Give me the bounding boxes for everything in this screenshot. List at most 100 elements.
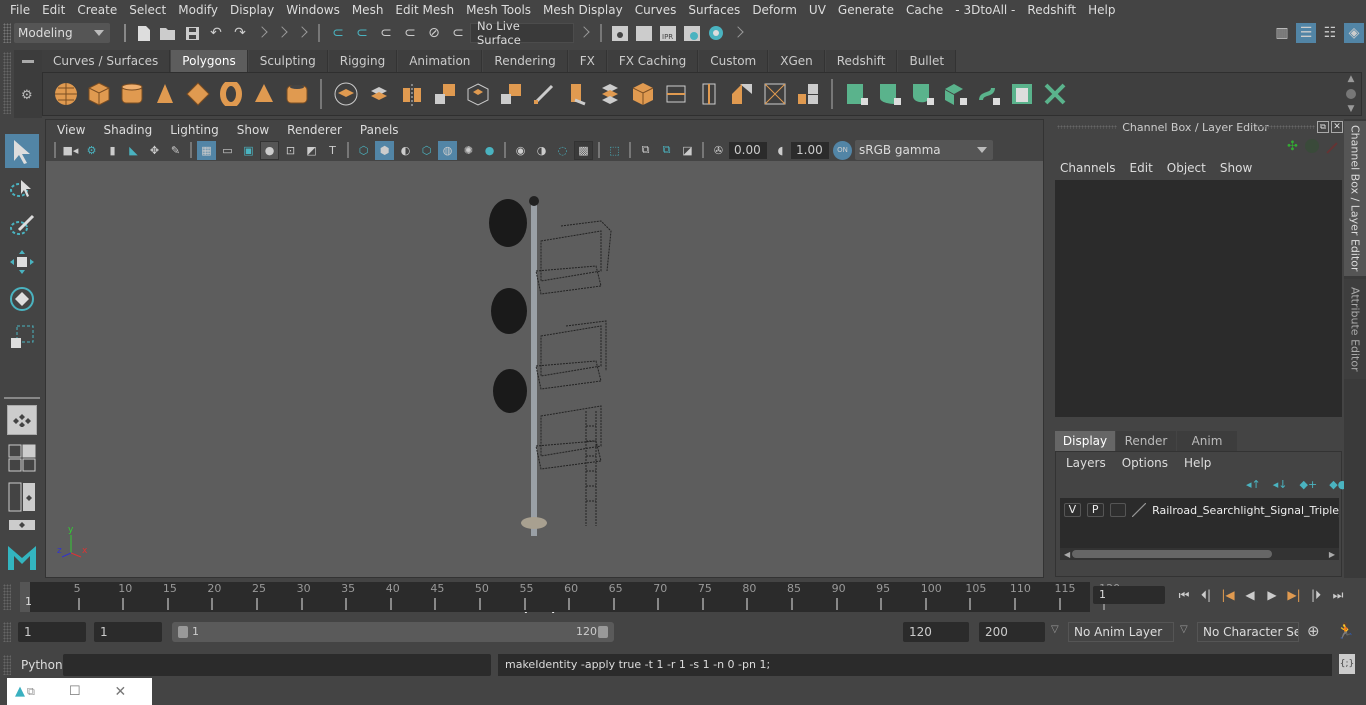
uv-contour-icon[interactable] — [975, 80, 1003, 108]
viewport-menu-panels[interactable]: Panels — [351, 123, 408, 137]
render-view-icon[interactable] — [610, 23, 630, 43]
close-icon[interactable]: ✕ — [115, 684, 127, 700]
undo-icon[interactable]: ↶ — [206, 23, 226, 43]
shelf-scroll[interactable]: ▲ ▼ — [1345, 74, 1357, 114]
menu-item-deform[interactable]: Deform — [746, 3, 803, 17]
current-frame-field[interactable]: 1 — [1093, 586, 1165, 604]
textured-icon[interactable]: ◍ — [438, 140, 457, 160]
render-settings-icon[interactable] — [682, 23, 702, 43]
menu-item-cache[interactable]: Cache — [900, 3, 949, 17]
separate-icon[interactable] — [365, 80, 393, 108]
animation-preferences-icon[interactable]: 🏃 — [1336, 622, 1355, 640]
go-to-end-icon[interactable]: ⏭ — [1327, 586, 1349, 604]
uv-cylindrical-icon[interactable] — [876, 80, 904, 108]
camera-attributes-icon[interactable]: ⚙ — [82, 141, 101, 160]
poly-cube-icon[interactable] — [85, 80, 113, 108]
shelf-tab-sculpting[interactable]: Sculpting — [248, 50, 328, 72]
xray-joints-icon[interactable]: ⧉ — [657, 141, 676, 160]
shadows-icon[interactable]: ● — [480, 141, 499, 160]
step-forward-icon[interactable]: |⏵ — [1305, 586, 1327, 604]
shelf-tab-redshift[interactable]: Redshift — [825, 50, 898, 72]
viewport-menu-renderer[interactable]: Renderer — [278, 123, 351, 137]
bridge-icon[interactable] — [596, 80, 624, 108]
viewport-menu-lighting[interactable]: Lighting — [161, 123, 228, 137]
mode-dropdown[interactable]: Modeling — [14, 23, 110, 43]
menu-item-edit[interactable]: Edit — [36, 3, 71, 17]
select-tool-icon[interactable] — [5, 134, 39, 168]
display-type-toggle[interactable] — [1109, 503, 1127, 517]
poly-cone-icon[interactable] — [151, 80, 179, 108]
outliner-layout-icon[interactable] — [5, 480, 39, 514]
horizontal-scrollbar[interactable]: ◀ ▶ — [1060, 548, 1339, 560]
viewport-menu-shading[interactable]: Shading — [94, 123, 161, 137]
viewport-canvas[interactable]: y x z persp — [46, 161, 1043, 614]
motion-blur-icon[interactable]: ◑ — [532, 141, 551, 160]
2d-pan-zoom-icon[interactable]: ✥ — [145, 141, 164, 160]
poly-sphere-icon[interactable] — [52, 80, 80, 108]
camera-select-icon[interactable]: ■◂ — [61, 141, 80, 160]
render-frame-icon[interactable] — [634, 23, 654, 43]
reduce-icon[interactable] — [497, 80, 525, 108]
shelf-tab-xgen[interactable]: XGen — [769, 50, 825, 72]
mirror-icon[interactable] — [398, 80, 426, 108]
uv-unfold-icon[interactable] — [1041, 80, 1069, 108]
shelf-tab-rendering[interactable]: Rendering — [483, 50, 568, 72]
move-layer-up-icon[interactable]: ◂↑ — [1246, 478, 1261, 491]
next-key-icon[interactable]: ▶| — [1283, 586, 1305, 604]
float-panel-icon[interactable]: ⧉ — [1317, 121, 1329, 133]
visibility-toggle[interactable]: V — [1064, 503, 1081, 517]
shelf-tab-animation[interactable]: Animation — [398, 50, 483, 72]
snap-grid-icon[interactable]: ⊂ — [328, 23, 348, 43]
offset-edge-loop-icon[interactable] — [695, 80, 723, 108]
single-pane-layout-icon[interactable] — [7, 405, 37, 435]
poly-torus-icon[interactable] — [217, 80, 245, 108]
layer-menu-options[interactable]: Options — [1114, 456, 1176, 470]
safe-title-icon[interactable]: T — [323, 141, 342, 160]
channel-menu-show[interactable]: Show — [1213, 161, 1259, 175]
manipulator-icon[interactable]: ✣ — [1287, 139, 1298, 154]
insert-edge-loop-icon[interactable] — [662, 80, 690, 108]
menu-item-generate[interactable]: Generate — [832, 3, 900, 17]
play-backward-icon[interactable]: ◀ — [1239, 586, 1261, 604]
snap-point-icon[interactable]: ⊂ — [376, 23, 396, 43]
shelf-tab-polygons[interactable]: Polygons — [171, 50, 248, 72]
start-time-field[interactable]: 1 — [18, 622, 86, 642]
wireframe-icon[interactable]: ⬡ — [354, 141, 373, 160]
menu-item-3dtoall[interactable]: - 3DtoAll - — [949, 3, 1021, 17]
tool-settings-icon[interactable]: ☷ — [1320, 23, 1340, 43]
tab-attribute-editor[interactable]: Attribute Editor — [1344, 279, 1366, 379]
collapse-chevron[interactable] — [278, 25, 286, 41]
grease-pencil-icon[interactable]: ✎ — [166, 141, 185, 160]
make-live-icon[interactable]: ⊂ — [448, 23, 468, 43]
grip-handle[interactable] — [1255, 125, 1315, 129]
range-start-handle[interactable] — [178, 626, 188, 638]
default-material-icon[interactable]: ◐ — [396, 141, 415, 160]
playback-toggle[interactable]: P — [1086, 503, 1104, 517]
exposure-icon[interactable]: ✇ — [709, 141, 728, 160]
screen-space-ao-icon[interactable]: ◉ — [511, 141, 530, 160]
image-plane-icon[interactable]: ◣ — [124, 141, 143, 160]
layer-name[interactable]: Railroad_Searchlight_Signal_Triple_0( — [1152, 504, 1339, 517]
grip-handle[interactable] — [3, 655, 11, 675]
collapse-chevron[interactable] — [734, 25, 742, 41]
append-polygon-icon[interactable] — [794, 80, 822, 108]
tab-channel-box[interactable]: Channel Box / Layer Editor — [1344, 121, 1366, 276]
menu-item-display[interactable]: Display — [224, 3, 280, 17]
snap-view-icon[interactable]: ⊂ — [400, 23, 420, 43]
lasso-tool-icon[interactable] — [5, 172, 39, 206]
chevron-down-icon[interactable]: ▽ — [1051, 624, 1059, 635]
collapse-chevron[interactable] — [258, 25, 266, 41]
move-tool-icon[interactable] — [5, 245, 39, 279]
bookmark-icon[interactable]: ▮ — [103, 141, 122, 160]
menu-item-mesh-tools[interactable]: Mesh Tools — [460, 3, 537, 17]
poly-pipe-icon[interactable] — [283, 80, 311, 108]
menu-item-modify[interactable]: Modify — [172, 3, 224, 17]
hyper-toggle-icon[interactable] — [1326, 142, 1338, 154]
colorspace-dropdown[interactable]: sRGB gamma — [855, 140, 993, 160]
extract-icon[interactable] — [464, 80, 492, 108]
hypershade-icon[interactable] — [706, 23, 726, 43]
gamma-icon[interactable]: ◖ — [771, 141, 790, 160]
layer-menu-layers[interactable]: Layers — [1058, 456, 1114, 470]
scrollbar-thumb[interactable] — [1072, 550, 1272, 558]
xray-icon[interactable]: ⧉ — [636, 141, 655, 160]
